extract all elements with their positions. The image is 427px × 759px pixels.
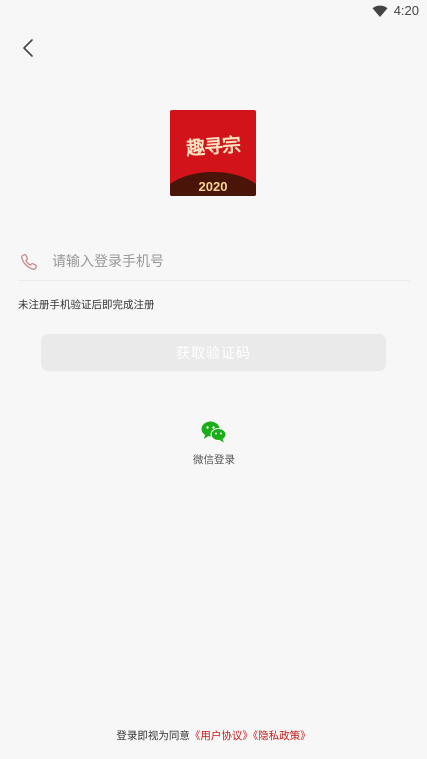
register-hint: 未注册手机验证后即完成注册 xyxy=(18,299,155,311)
agreement-prefix: 登录即视为同意 xyxy=(116,730,190,742)
wechat-login-label: 微信登录 xyxy=(193,454,235,466)
wechat-login-button[interactable]: 微信登录 xyxy=(184,416,244,467)
wechat-icon xyxy=(198,416,230,448)
status-right: 4:20 xyxy=(372,3,419,18)
app-logo: 趣寻宗 2020 xyxy=(170,110,256,196)
agreement-text: 登录即视为同意《用户协议》《隐私政策》 xyxy=(0,728,427,743)
phone-input-row xyxy=(18,244,410,281)
clock: 4:20 xyxy=(393,3,419,18)
user-agreement-link[interactable]: 《用户协议》 xyxy=(190,730,253,742)
privacy-policy-link[interactable]: 《隐私政策》 xyxy=(253,730,311,742)
wifi-icon xyxy=(372,5,388,17)
phone-input[interactable] xyxy=(52,254,352,270)
logo-year: 2020 xyxy=(198,179,228,194)
logo-text: 趣寻宗 xyxy=(185,134,241,160)
phone-icon xyxy=(18,251,40,273)
get-code-button[interactable]: 获取验证码 xyxy=(41,334,386,371)
status-bar: 4:20 xyxy=(0,0,427,24)
chevron-left-icon xyxy=(21,38,35,62)
back-button[interactable] xyxy=(14,36,42,64)
